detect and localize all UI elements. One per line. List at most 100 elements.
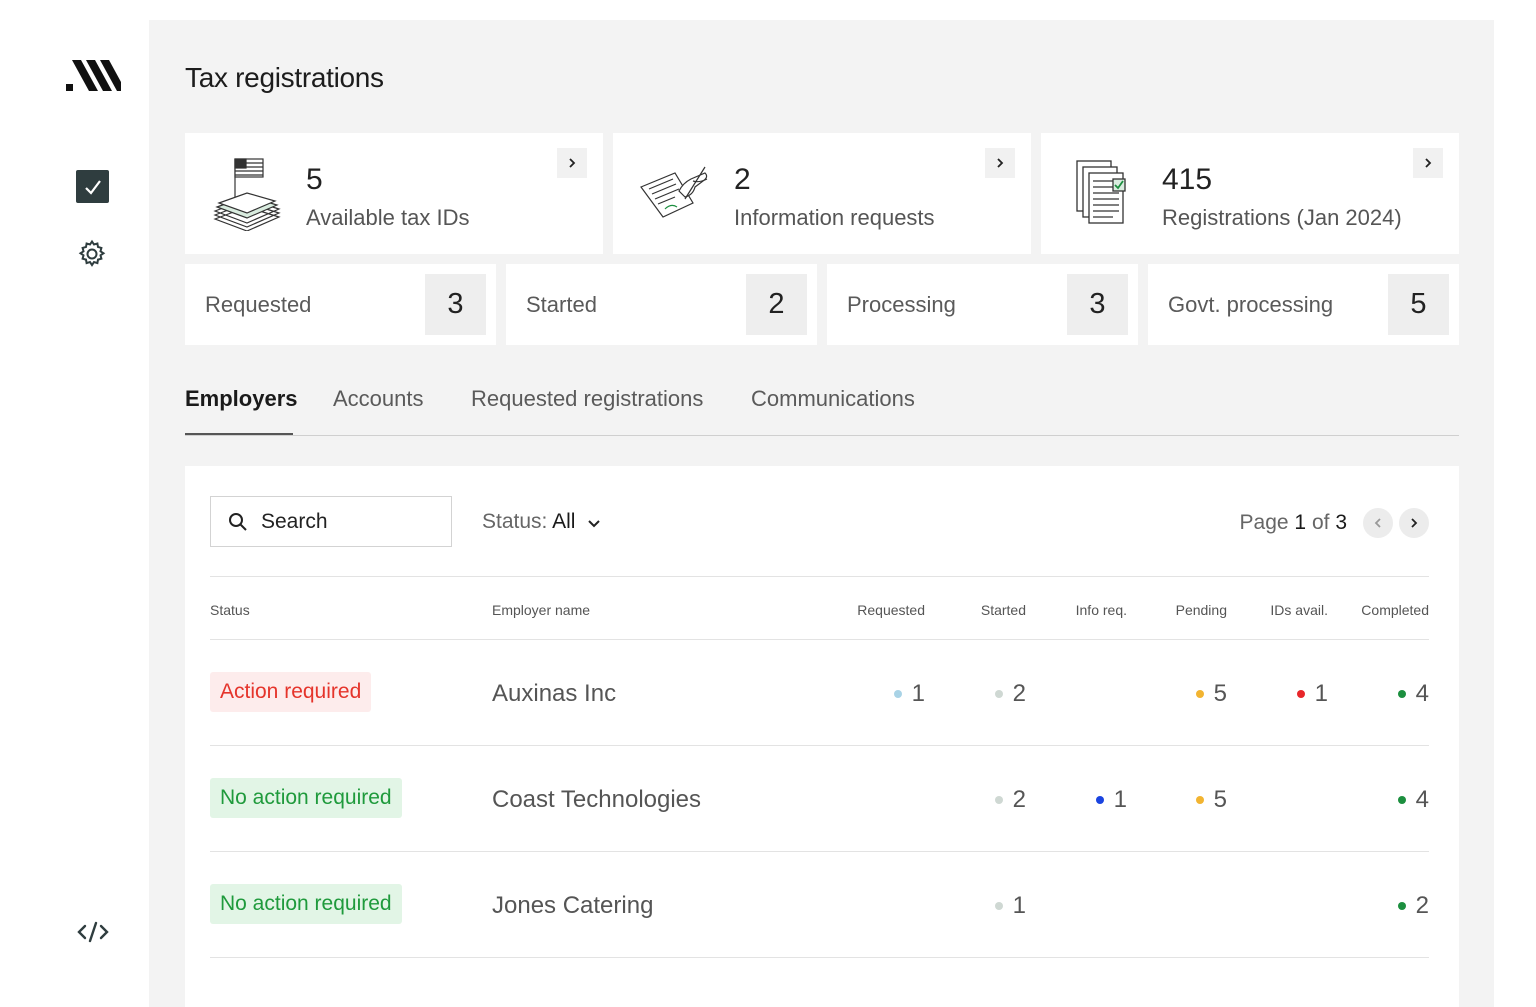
code-icon[interactable] [76,917,110,947]
status-dot-icon [1195,690,1204,698]
logo-icon[interactable] [64,58,122,92]
col-pending[interactable]: Pending [1176,602,1227,618]
card-information-requests[interactable]: 2 Information requests [613,133,1031,254]
count-value: 2 [1012,680,1026,707]
search-input[interactable]: Search [210,496,452,547]
employer-name: Coast Technologies [492,786,702,813]
count-value: 4 [1415,680,1429,707]
status-filter-dropdown[interactable]: Status: All [482,510,601,534]
status-dot-icon [994,690,1003,698]
stat-label: Govt. processing [1168,292,1334,317]
status-dot-icon [994,796,1003,804]
chevron-right-icon[interactable] [985,148,1015,178]
chevron-right-icon [1411,518,1418,528]
stat-label: Started [526,292,597,317]
chevron-right-icon[interactable] [1413,148,1443,178]
card-label: Information requests [734,205,935,230]
search-placeholder: Search [261,510,328,533]
count-value: 1 [1113,786,1127,813]
employers-panel: Search Status: All Page 1 of 3 Status Em… [185,466,1459,1007]
count-requested: 1 [893,680,925,708]
pagination: Page 1 of 3 [1240,506,1429,540]
count-info-req: 1 [1095,786,1127,814]
count-value: 2 [1012,786,1026,813]
col-started[interactable]: Started [981,602,1026,618]
page-total: 3 [1335,511,1347,534]
status-dot-icon [1397,902,1406,910]
stat-value: 3 [425,274,486,335]
status-dot-icon [994,902,1003,910]
table-body: Action required Auxinas Inc 1 2 5 1 4 No action… [210,640,1429,958]
count-pending: 5 [1195,680,1227,708]
stat-label: Processing [847,292,956,317]
stat-started[interactable]: Started 2 [506,264,817,345]
chevron-left-icon [1374,518,1381,528]
tab-employers[interactable]: Employers [185,386,298,412]
status-badge: No action required [210,778,402,818]
stat-value: 5 [1388,274,1449,335]
stat-processing[interactable]: Processing 3 [827,264,1138,345]
col-requested[interactable]: Requested [857,602,925,618]
col-status[interactable]: Status [210,602,250,618]
main-content: Tax registrations 5 Available tax IDs 2 … [149,20,1494,1007]
count-started: 2 [994,680,1026,708]
count-completed: 2 [1397,892,1429,920]
stat-value: 3 [1067,274,1128,335]
status-dot-icon [1195,796,1204,804]
table-row[interactable]: No action required Jones Catering 1 2 [210,852,1429,958]
count-started: 1 [994,892,1026,920]
chevron-down-icon [588,520,600,528]
status-dot-icon [1095,796,1104,804]
next-page-button[interactable] [1399,508,1429,538]
col-ids-avail[interactable]: IDs avail. [1270,602,1328,618]
page-indicator: Page 1 of 3 [1239,511,1347,534]
card-number: 2 [734,163,751,196]
card-label: Registrations (Jan 2024) [1162,205,1402,230]
card-available-tax-ids[interactable]: 5 Available tax IDs [185,133,603,254]
col-completed[interactable]: Completed [1361,602,1429,618]
col-info-req[interactable]: Info req. [1076,602,1127,618]
chevron-right-icon[interactable] [557,148,587,178]
stat-govt-processing[interactable]: Govt. processing 5 [1148,264,1459,345]
status-dot-icon [1296,690,1305,698]
count-value: 4 [1415,786,1429,813]
nav-tasks-button[interactable] [76,170,109,203]
tab-bar: Employers Accounts Requested registratio… [185,380,1459,436]
table-row[interactable]: No action required Coast Technologies 2 1 5 4 [210,746,1429,852]
status-badge: No action required [210,884,402,924]
flag-documents-illustration [213,158,281,231]
table-header: Status Employer name Requested Started I… [210,576,1429,640]
active-tab-indicator [185,433,293,435]
status-dot-icon [1397,796,1406,804]
hand-signing-illustration [640,166,708,218]
count-completed: 4 [1397,786,1429,814]
sidebar [0,0,149,1007]
employer-name: Auxinas Inc [492,680,617,707]
count-value: 1 [1012,892,1026,919]
page-current: 1 [1294,511,1307,534]
tab-requested-registrations[interactable]: Requested registrations [471,386,703,412]
card-number: 415 [1162,163,1213,196]
stat-value: 2 [746,274,807,335]
card-registrations[interactable]: 415 Registrations (Jan 2024) [1041,133,1459,254]
prev-page-button[interactable] [1363,508,1393,538]
gear-icon[interactable] [76,238,108,270]
count-pending: 5 [1195,786,1227,814]
status-filter-prefix: Status: [482,510,548,533]
stat-requested[interactable]: Requested 3 [185,264,496,345]
status-dot-icon [893,690,902,698]
employer-name: Jones Catering [492,892,654,919]
col-employer-name[interactable]: Employer name [492,602,590,618]
count-value: 1 [1314,680,1328,707]
count-value: 5 [1213,680,1227,707]
count-ids-avail: 1 [1296,680,1328,708]
count-value: 1 [911,680,925,707]
tab-communications[interactable]: Communications [751,386,915,412]
page-title: Tax registrations [185,62,384,93]
table-row[interactable]: Action required Auxinas Inc 1 2 5 1 4 [210,640,1429,746]
card-label: Available tax IDs [306,205,470,230]
status-dot-icon [1397,690,1406,698]
checkbox-icon [84,179,101,195]
tab-accounts[interactable]: Accounts [333,386,424,412]
card-number: 5 [306,163,323,196]
